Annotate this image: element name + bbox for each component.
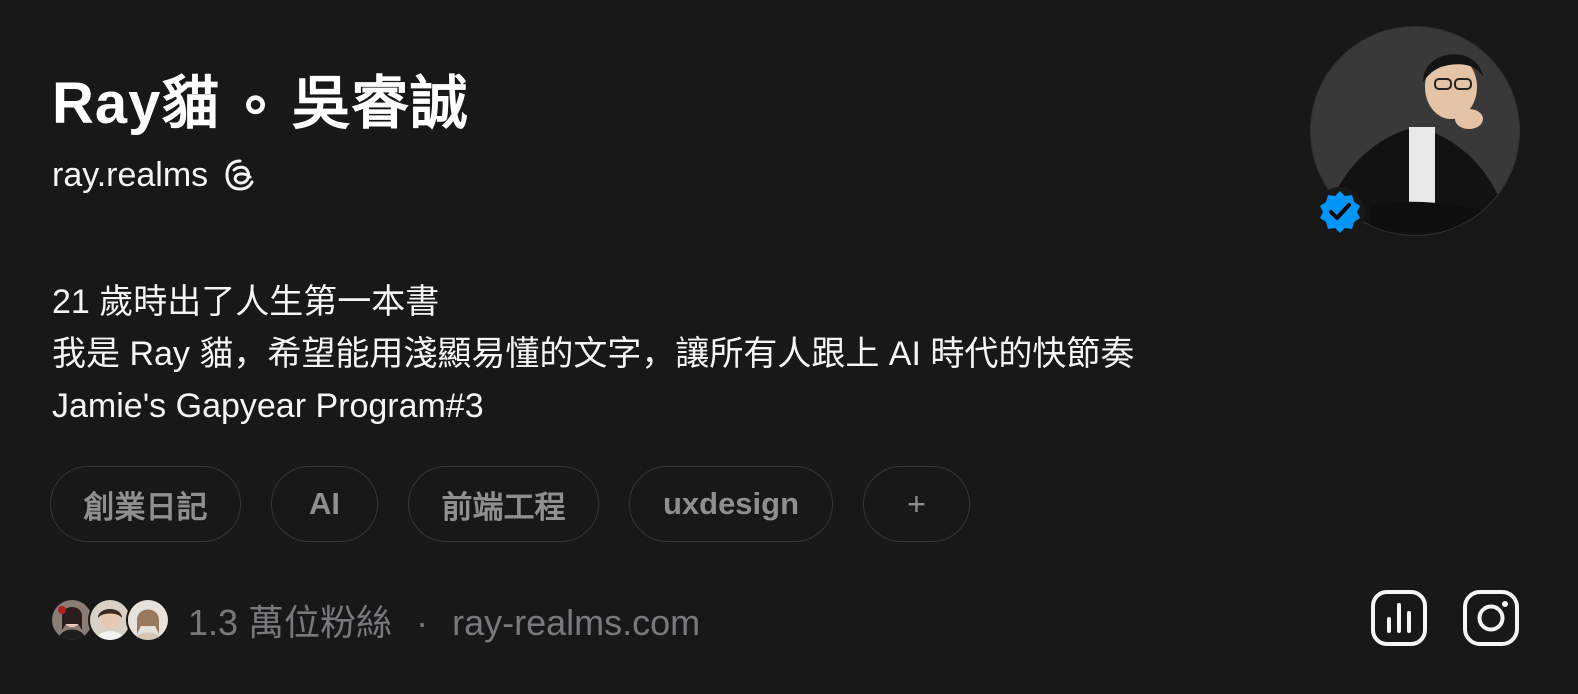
profile-footer: 1.3 萬位粉絲 · ray-realms.com	[50, 594, 700, 646]
tag-chip[interactable]: AI	[271, 466, 378, 542]
handle-row: ray.realms	[52, 152, 258, 198]
footer-meta: 1.3 萬位粉絲 · ray-realms.com	[188, 594, 700, 646]
follower-avatars[interactable]	[50, 598, 170, 642]
insights-icon[interactable]	[1370, 589, 1428, 647]
follower-avatar	[126, 598, 170, 642]
profile-display-name: Ray貓 ∘ 吳睿誠	[52, 71, 469, 136]
bio-line: Jamie's Gapyear Program#3	[52, 387, 484, 425]
verified-badge-icon	[1315, 187, 1365, 237]
footer-separator: ·	[416, 602, 429, 643]
tag-chip[interactable]: 前端工程	[408, 466, 599, 542]
instagram-icon[interactable]	[1462, 589, 1520, 647]
avatar-container[interactable]	[1310, 26, 1520, 237]
tag-chip[interactable]: uxdesign	[629, 466, 833, 542]
profile-handle: ray.realms	[52, 156, 209, 194]
tag-chip[interactable]: 創業日記	[50, 466, 241, 542]
website-link[interactable]: ray-realms.com	[452, 602, 700, 643]
threads-icon[interactable]	[222, 157, 258, 193]
bio-line: 21 歲時出了人生第一本書	[52, 283, 440, 321]
add-tag-button[interactable]: +	[863, 466, 970, 542]
profile-bio: 21 歲時出了人生第一本書 我是 Ray 貓，希望能用淺顯易懂的文字，讓所有人跟…	[52, 276, 1134, 432]
follower-count[interactable]: 1.3 萬位粉絲	[188, 602, 392, 643]
interest-tags: 創業日記 AI 前端工程 uxdesign +	[50, 466, 970, 542]
profile-actions	[1370, 589, 1520, 647]
bio-line: 我是 Ray 貓，希望能用淺顯易懂的文字，讓所有人跟上 AI 時代的快節奏	[52, 335, 1135, 373]
